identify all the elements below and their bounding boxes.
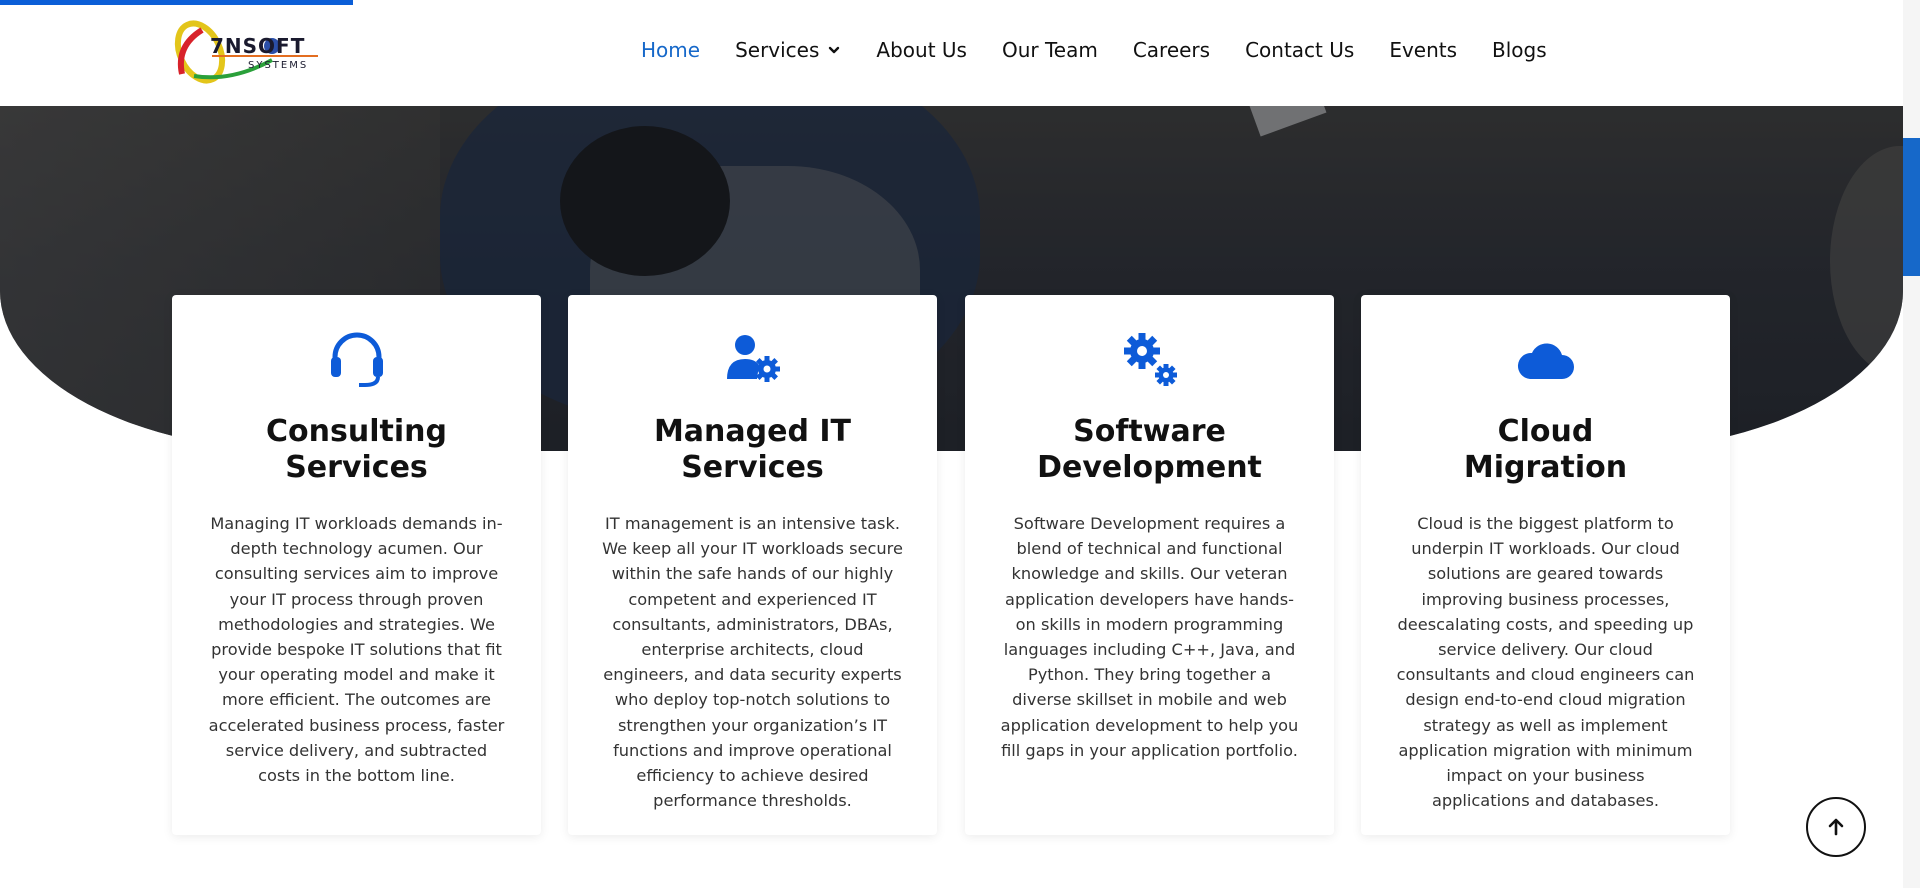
logo-wordmark: 7NSOFT xyxy=(210,34,306,58)
card-title-line1: Consulting xyxy=(266,414,447,449)
site-header: 7NSOFT SYSTEMS Home Services About Us Ou… xyxy=(0,0,1903,106)
card-title-line2: Services xyxy=(681,450,824,485)
headset-icon xyxy=(330,332,383,387)
reading-progress-bar xyxy=(0,0,353,5)
card-description: Managing IT workloads demands in-depth t… xyxy=(208,514,505,786)
gears-icon xyxy=(1123,333,1177,386)
nav-blogs[interactable]: Blogs xyxy=(1492,38,1547,62)
card-title-line1: Software xyxy=(1073,414,1226,449)
nav-contact-us[interactable]: Contact Us xyxy=(1245,38,1354,62)
nav-events[interactable]: Events xyxy=(1389,38,1457,62)
scrollbar-thumb[interactable] xyxy=(1903,138,1920,276)
service-card-consulting: Consulting Services Managing IT workload… xyxy=(172,295,541,835)
card-description: Software Development requires a blend of… xyxy=(1000,514,1299,760)
arrow-up-icon xyxy=(1828,818,1844,836)
logo-subtext: SYSTEMS xyxy=(248,60,309,71)
card-title-line2: Development xyxy=(1037,450,1262,485)
nav-about-us[interactable]: About Us xyxy=(876,38,967,62)
services-cards: Consulting Services Managing IT workload… xyxy=(172,295,1732,835)
nav-careers[interactable]: Careers xyxy=(1133,38,1210,62)
card-title-line1: Managed IT xyxy=(653,414,852,449)
card-title: Managed IT Services xyxy=(578,414,927,486)
nav-our-team[interactable]: Our Team xyxy=(1002,38,1098,62)
service-card-managed-it: Managed IT Services IT management is an … xyxy=(568,295,937,835)
nav-services-label: Services xyxy=(735,38,820,62)
card-title-line2: Migration xyxy=(1463,450,1628,485)
nav-services[interactable]: Services xyxy=(735,38,841,62)
card-title-line2: Services xyxy=(285,450,428,485)
site-logo[interactable]: 7NSOFT SYSTEMS xyxy=(172,16,322,88)
card-description: IT management is an intensive task. We k… xyxy=(602,514,903,811)
service-card-software-development: Software Development Software Developmen… xyxy=(965,295,1334,835)
card-title-line1: Cloud xyxy=(1497,414,1594,449)
card-description: Cloud is the biggest platform to underpi… xyxy=(1396,514,1695,811)
card-title: Cloud Migration xyxy=(1371,414,1720,486)
user-gear-icon xyxy=(726,335,780,382)
card-title: Software Development xyxy=(975,414,1324,486)
cloud-icon xyxy=(1517,343,1574,379)
scrollbar-track[interactable] xyxy=(1903,0,1920,888)
chevron-down-icon xyxy=(829,46,840,54)
back-to-top-button[interactable] xyxy=(1806,797,1866,857)
main-nav: Home Services About Us Our Team Careers … xyxy=(641,38,1582,62)
nav-home[interactable]: Home xyxy=(641,38,700,62)
card-title: Consulting Services xyxy=(182,414,531,486)
service-card-cloud-migration: Cloud Migration Cloud is the biggest pla… xyxy=(1361,295,1730,835)
